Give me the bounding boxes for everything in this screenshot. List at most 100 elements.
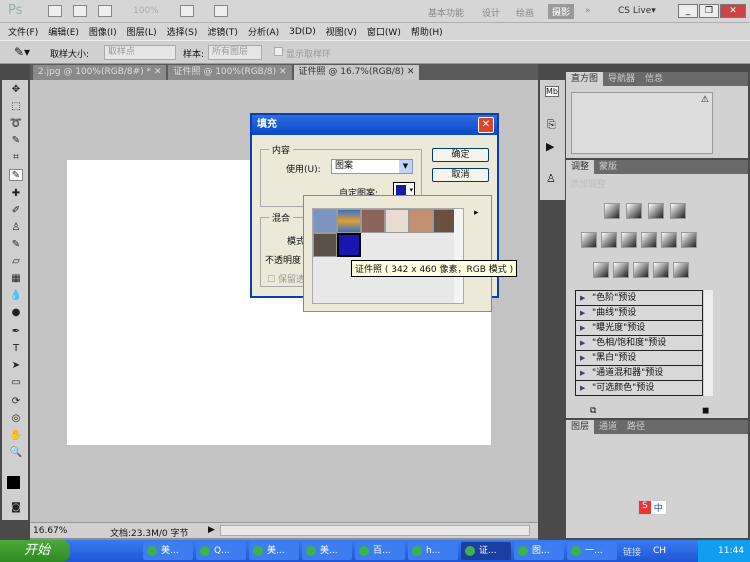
pattern-dropdown-icon[interactable]: ▾ <box>409 186 413 194</box>
menu-help[interactable]: 帮助(H) <box>411 25 443 38</box>
lasso-tool-icon[interactable]: ➰ <box>9 118 23 130</box>
cancel-button[interactable]: 取消 <box>432 168 489 182</box>
warning-icon[interactable]: ⚠ <box>701 95 709 105</box>
gradient-tool-icon[interactable]: ▦ <box>9 273 23 285</box>
type-tool-icon[interactable]: T <box>9 343 23 355</box>
close-tab-icon[interactable]: ✕ <box>279 67 287 77</box>
hand-tool-icon[interactable]: ✋ <box>9 430 23 442</box>
eyedropper-preset-icon[interactable]: ✎▾ <box>14 45 30 59</box>
zoom-tool-icon[interactable]: 🔍 <box>9 447 23 459</box>
preset-item[interactable]: "黑白"预设 <box>575 351 703 366</box>
color-balance-icon[interactable] <box>621 232 637 248</box>
ime-mode[interactable]: 中 <box>651 501 666 514</box>
photo-filter-icon[interactable] <box>661 232 677 248</box>
zoom-level[interactable]: 16.67% <box>33 526 67 536</box>
close-tab-icon[interactable]: ✕ <box>154 67 162 77</box>
brightness-icon[interactable] <box>604 203 620 219</box>
chevron-down-icon[interactable]: ▼ <box>399 160 412 173</box>
menu-edit[interactable]: 编辑(E) <box>48 25 79 38</box>
zoom-combo[interactable]: 100% <box>133 6 159 16</box>
menu-select[interactable]: 选择(S) <box>167 25 198 38</box>
move-tool-icon[interactable]: ✥ <box>9 84 23 96</box>
cs-live[interactable]: CS Live▾ <box>618 6 656 16</box>
eyedropper-tool-icon[interactable]: ✎ <box>9 169 23 181</box>
levels-icon[interactable] <box>626 203 642 219</box>
path-select-icon[interactable]: ➤ <box>9 360 23 372</box>
menu-window[interactable]: 窗口(W) <box>367 25 401 38</box>
start-button[interactable]: 开始 <box>0 540 70 562</box>
doc-tab[interactable]: 2.jpg @ 100%(RGB/8#) * ✕ <box>33 65 167 80</box>
arrange-icon[interactable] <box>180 5 194 17</box>
use-select[interactable]: 图案 ▼ <box>331 159 413 174</box>
clip-icon[interactable]: ⧉ <box>590 406 596 416</box>
preset-item[interactable]: "色阶"预设 <box>575 291 703 306</box>
marquee-tool-icon[interactable]: ⬚ <box>9 101 23 113</box>
quick-mask-icon[interactable]: ◙ <box>9 502 23 514</box>
taskbar-item[interactable]: 百... <box>355 542 405 560</box>
taskbar-item-photoshop[interactable]: 证... <box>461 542 511 560</box>
taskbar-item[interactable]: 一... <box>567 542 617 560</box>
preserve-transparency-checkbox[interactable]: ☐ 保留透 <box>267 272 305 285</box>
pen-tool-icon[interactable]: ✒ <box>9 326 23 338</box>
pattern-swatch[interactable] <box>409 209 433 233</box>
taskbar-item[interactable]: 美... <box>143 542 193 560</box>
preset-item[interactable]: "曲线"预设 <box>575 306 703 321</box>
menu-3d[interactable]: 3D(D) <box>289 27 316 37</box>
crop-tool-icon[interactable]: ⌗ <box>9 152 23 164</box>
menu-layer[interactable]: 图层(L) <box>127 25 157 38</box>
status-menu-arrow-icon[interactable]: ▶ <box>208 525 215 535</box>
history-brush-icon[interactable]: ✎ <box>9 239 23 251</box>
gradient-map-icon[interactable] <box>653 262 669 278</box>
screen-mode-icon[interactable] <box>214 5 228 17</box>
minibridge-panel-icon[interactable]: Mb <box>545 86 559 97</box>
language-indicator[interactable]: CH <box>653 546 666 556</box>
posterize-icon[interactable] <box>613 262 629 278</box>
dialog-close-button[interactable]: ✕ <box>478 117 494 133</box>
taskbar-item[interactable]: Q... <box>196 542 246 560</box>
preset-options-icon[interactable]: ◼ <box>702 406 709 416</box>
workspace-essentials[interactable]: 基本功能 <box>428 6 464 19</box>
swatch-scrollbar[interactable] <box>454 209 463 303</box>
links-toolbar[interactable]: 链接 <box>623 545 641 558</box>
ok-button[interactable]: 确定 <box>432 148 489 162</box>
tab-histogram[interactable]: 直方图 <box>566 72 604 86</box>
stamp-tool-icon[interactable]: ♙ <box>9 222 23 234</box>
tab-masks[interactable]: 蒙版 <box>594 160 622 174</box>
shape-tool-icon[interactable]: ▭ <box>9 377 23 389</box>
selective-color-icon[interactable] <box>673 262 689 278</box>
hue-saturation-icon[interactable] <box>601 232 617 248</box>
vibrance-icon[interactable] <box>581 232 597 248</box>
tab-paths[interactable]: 路径 <box>622 420 650 434</box>
eraser-tool-icon[interactable]: ▱ <box>9 256 23 268</box>
doc-tab-active[interactable]: 证件照 @ 16.7%(RGB/8) ✕ <box>293 65 420 80</box>
dodge-tool-icon[interactable]: ● <box>9 307 23 319</box>
workspace-photography[interactable]: 摄影 <box>548 4 575 19</box>
pattern-swatch-selected[interactable] <box>337 233 361 257</box>
exposure-icon[interactable] <box>670 203 686 219</box>
blur-tool-icon[interactable]: 💧 <box>9 290 23 302</box>
tab-info[interactable]: 信息 <box>640 72 668 86</box>
menu-image[interactable]: 图像(I) <box>89 25 117 38</box>
pattern-swatch[interactable] <box>385 209 409 233</box>
curves-icon[interactable] <box>648 203 664 219</box>
doc-tab[interactable]: 证件照 @ 100%(RGB/8) ✕ <box>168 65 292 80</box>
tab-layers[interactable]: 图层 <box>566 420 595 434</box>
3d-rotate-icon[interactable]: ⟳ <box>9 396 23 408</box>
tab-adjustments[interactable]: 调整 <box>566 160 595 174</box>
bridge-icon[interactable] <box>48 5 62 17</box>
menu-filter[interactable]: 滤镜(T) <box>207 25 238 38</box>
ime-bar[interactable]: S 中 <box>638 500 667 515</box>
menu-view[interactable]: 视图(V) <box>326 25 357 38</box>
workspace-design[interactable]: 设计 <box>482 6 500 19</box>
pattern-swatch[interactable] <box>337 209 361 233</box>
taskbar-item[interactable]: 美... <box>249 542 299 560</box>
pattern-swatch[interactable] <box>313 209 337 233</box>
restore-button[interactable]: ❐ <box>699 4 719 18</box>
more-workspaces[interactable]: » <box>585 6 591 16</box>
sample-select[interactable]: 所有图层 <box>208 45 262 60</box>
foreground-color-swatch[interactable] <box>7 476 20 489</box>
healing-tool-icon[interactable]: ✚ <box>9 188 23 200</box>
channel-mixer-icon[interactable] <box>681 232 697 248</box>
minimize-button[interactable]: _ <box>678 4 698 18</box>
minibridge-icon[interactable] <box>73 5 87 17</box>
